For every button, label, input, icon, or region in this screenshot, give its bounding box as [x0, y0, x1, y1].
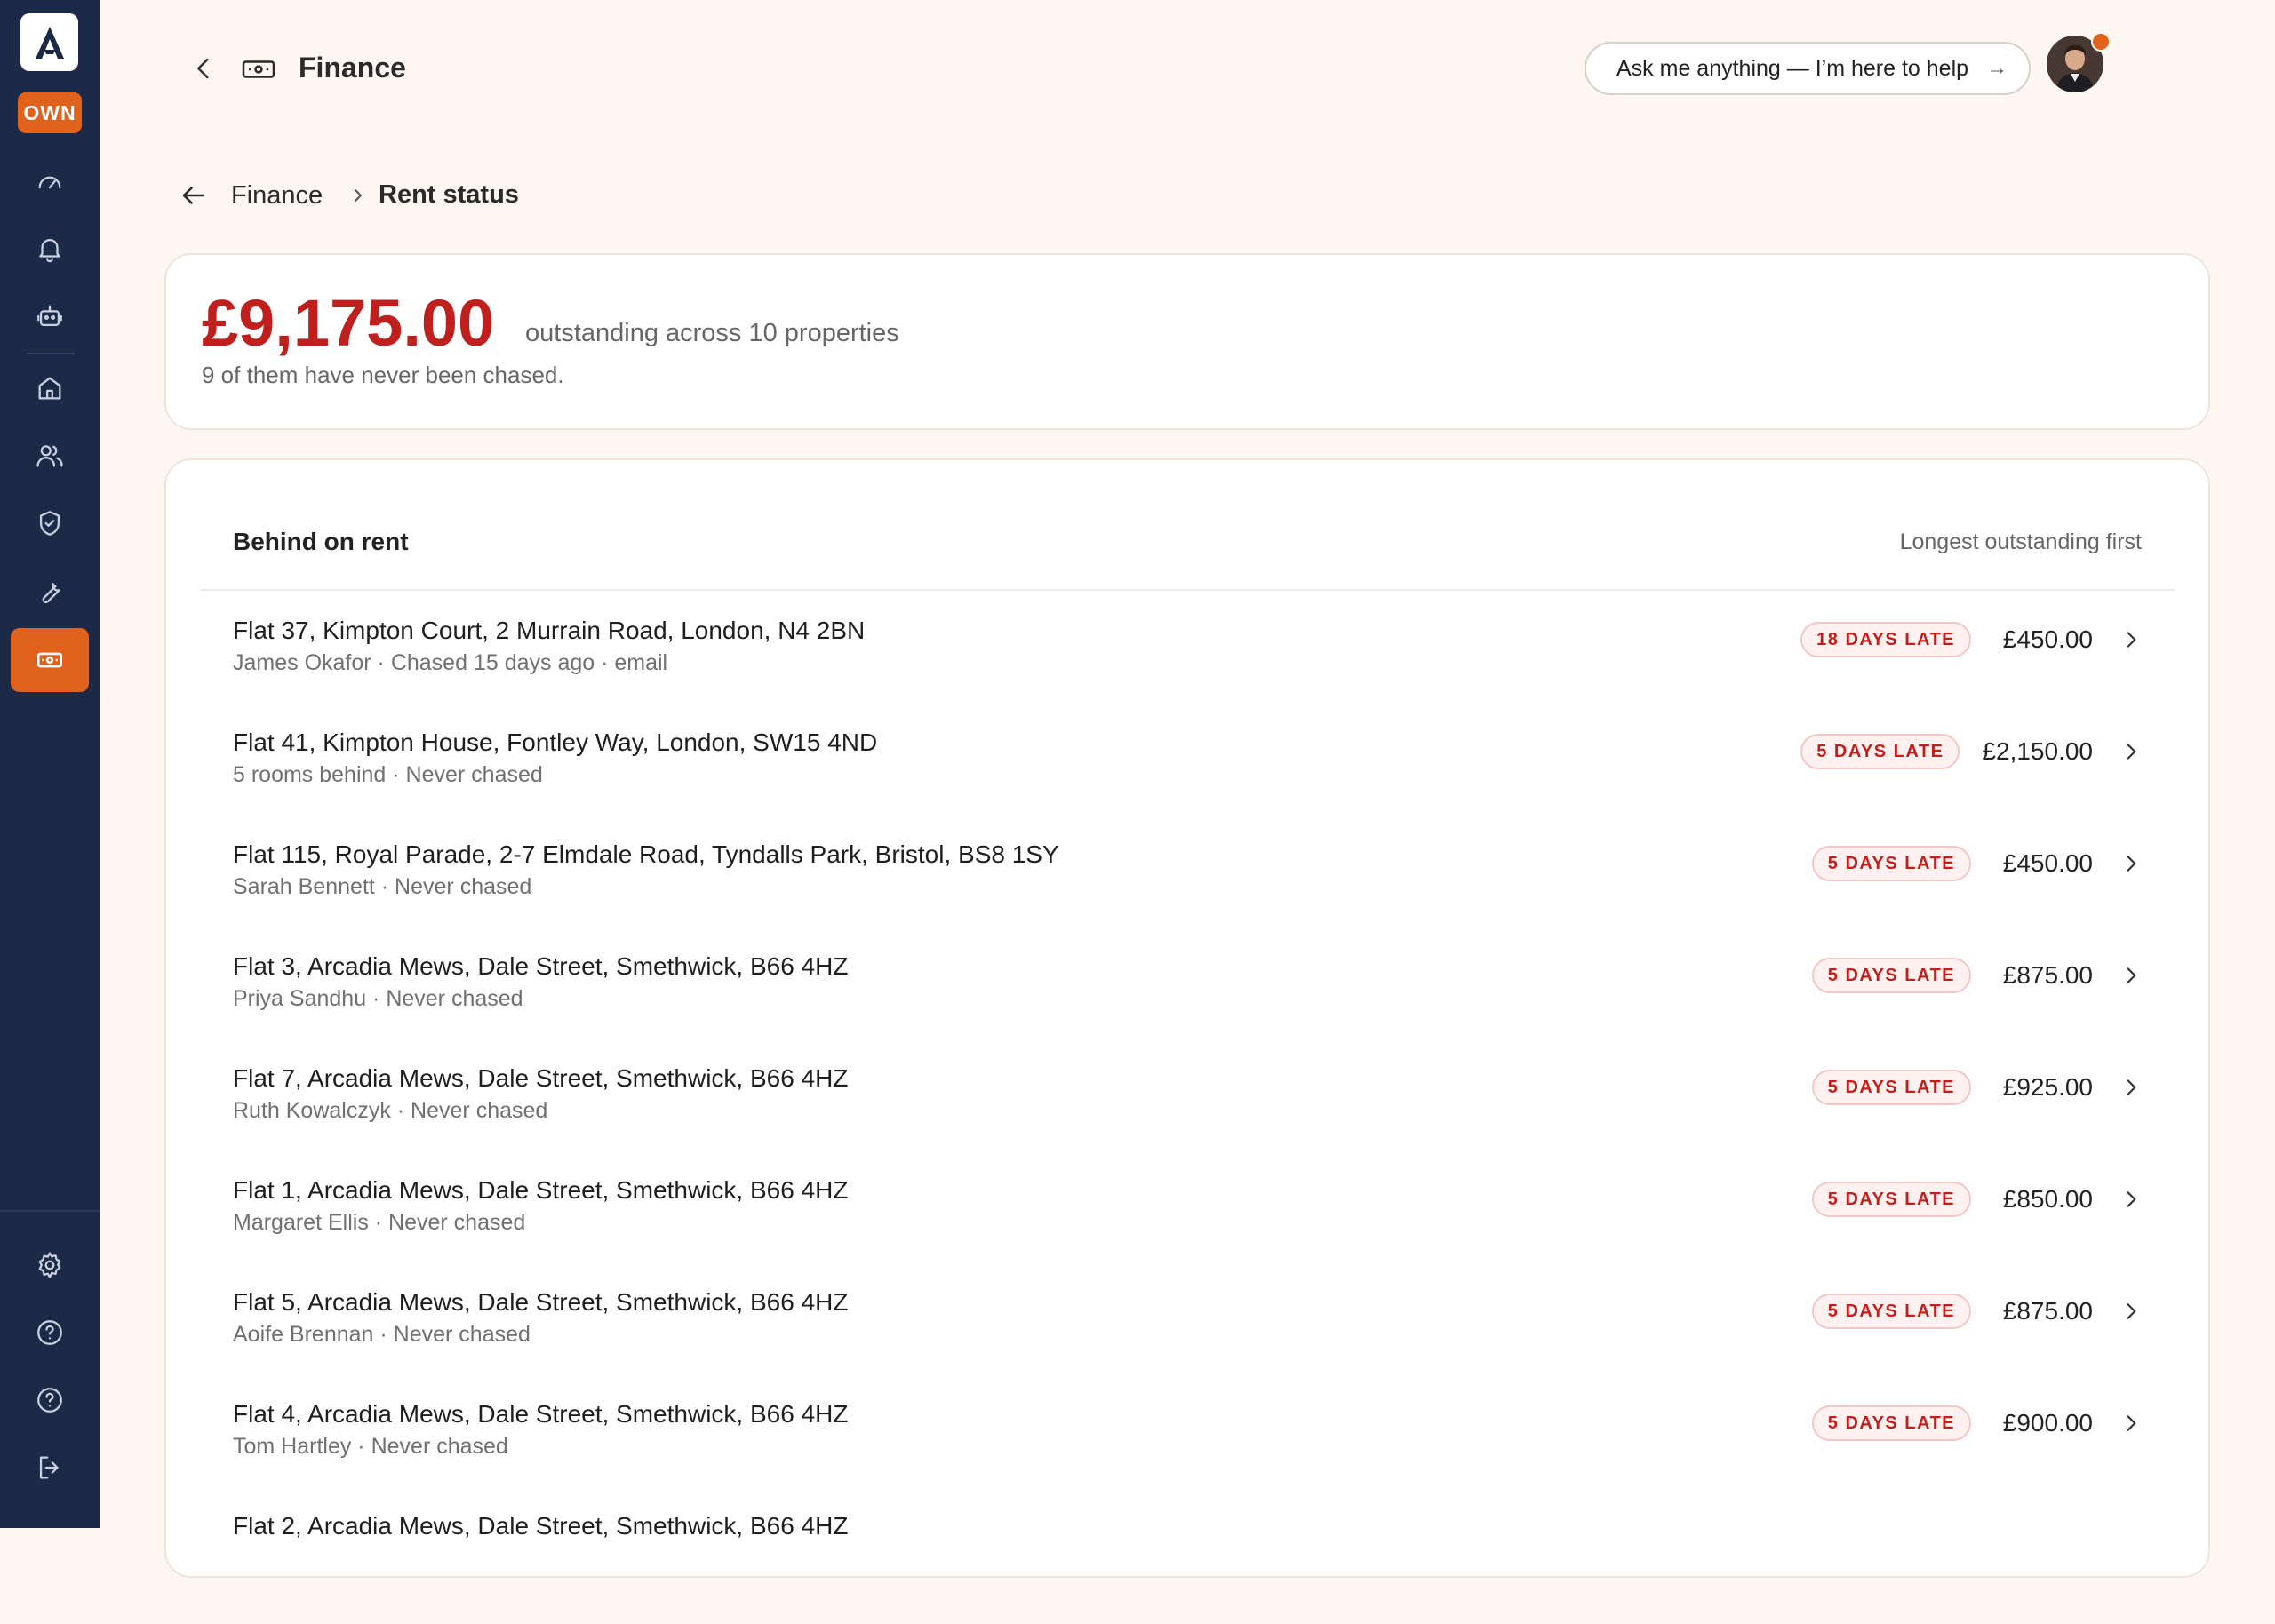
notification-dot	[2091, 32, 2111, 52]
behind-on-rent-card: Behind on rent Longest outstanding first…	[164, 458, 2210, 1578]
list-item[interactable]: Flat 1, Arcadia Mews, Dale Street, Smeth…	[166, 1176, 2212, 1288]
outstanding-summary-card: £9,175.00 outstanding across 10 properti…	[164, 253, 2210, 430]
chevron-right-icon[interactable]	[2119, 1076, 2143, 1099]
page-title: Finance	[299, 52, 406, 84]
amount-owed: £2,150.00	[1982, 737, 2093, 765]
list-item[interactable]: Flat 37, Kimpton Court, 2 Murrain Road, …	[166, 617, 2212, 728]
money-icon[interactable]	[11, 628, 89, 692]
sort-label[interactable]: Longest outstanding first	[1900, 529, 2142, 555]
robot-icon[interactable]	[32, 299, 68, 334]
logout-icon[interactable]	[32, 1450, 68, 1485]
amount-owed: £925.00	[2002, 1073, 2093, 1101]
outstanding-amount: £9,175.00	[202, 286, 495, 360]
chevron-right-icon[interactable]	[2119, 1412, 2143, 1435]
chevron-right-icon[interactable]	[2119, 1300, 2143, 1323]
tenant-details: Tom Hartley · Never chased	[233, 1434, 508, 1459]
status-badge: 5 DAYS LATE	[1811, 1070, 1971, 1105]
logo-a-icon	[35, 26, 64, 59]
chevron-right-icon[interactable]	[2119, 628, 2143, 651]
nav-divider	[0, 1210, 100, 1212]
status-badge: 5 DAYS LATE	[1800, 734, 1960, 769]
property-address: Flat 115, Royal Parade, 2-7 Elmdale Road…	[233, 840, 1059, 868]
help-icon[interactable]	[32, 1382, 68, 1418]
breadcrumb-finance[interactable]: Finance	[231, 181, 323, 211]
chevron-right-icon[interactable]	[2119, 964, 2143, 987]
tenant-details: Margaret Ellis · Never chased	[233, 1210, 526, 1235]
people-icon[interactable]	[32, 438, 68, 474]
amount-owed: £875.00	[2002, 961, 2093, 989]
bell-icon[interactable]	[32, 231, 68, 267]
shield-icon[interactable]	[32, 506, 68, 541]
own-badge[interactable]: OWN	[18, 92, 82, 133]
dashboard-icon[interactable]	[32, 163, 68, 199]
status-badge: 5 DAYS LATE	[1811, 958, 1971, 993]
amount-owed: £875.00	[2002, 1297, 2093, 1325]
tenant-details: 5 rooms behind · Never chased	[233, 762, 543, 787]
list-item[interactable]: Flat 2, Arcadia Mews, Dale Street, Smeth…	[166, 1512, 2212, 1624]
never-chased-note: 9 of them have never been chased.	[202, 362, 564, 388]
status-badge: 5 DAYS LATE	[1811, 1182, 1971, 1217]
tenant-details: Ruth Kowalczyk · Never chased	[233, 1098, 548, 1123]
list-divider	[201, 589, 2175, 591]
tenant-details: Priya Sandhu · Never chased	[233, 986, 523, 1011]
property-address: Flat 4, Arcadia Mews, Dale Street, Smeth…	[233, 1400, 849, 1428]
tenant-details: Sarah Bennett · Never chased	[233, 874, 532, 899]
settings-icon[interactable]	[32, 1247, 68, 1283]
ask-assistant-label: Ask me anything — I’m here to help	[1616, 55, 1969, 81]
outstanding-description: outstanding across 10 properties	[525, 319, 899, 347]
list-item[interactable]: Flat 5, Arcadia Mews, Dale Street, Smeth…	[166, 1288, 2212, 1400]
list-item[interactable]: Flat 41, Kimpton House, Fontley Way, Lon…	[166, 728, 2212, 840]
wrench-icon[interactable]	[32, 573, 68, 609]
back-chevron-icon[interactable]	[188, 53, 219, 84]
chevron-right-icon[interactable]	[2119, 1188, 2143, 1211]
status-badge: 18 DAYS LATE	[1800, 622, 1971, 657]
tenant-details: Aoife Brennan · Never chased	[233, 1322, 531, 1347]
list-item[interactable]: Flat 115, Royal Parade, 2-7 Elmdale Road…	[166, 840, 2212, 952]
chevron-right-icon[interactable]	[2119, 740, 2143, 763]
amount-owed: £450.00	[2002, 625, 2093, 653]
list-item[interactable]: Flat 7, Arcadia Mews, Dale Street, Smeth…	[166, 1064, 2212, 1176]
property-address: Flat 1, Arcadia Mews, Dale Street, Smeth…	[233, 1176, 849, 1204]
app-logo[interactable]	[20, 13, 78, 71]
help-icon[interactable]	[32, 1315, 68, 1350]
status-badge: 5 DAYS LATE	[1811, 1294, 1971, 1329]
chevron-right-icon	[355, 189, 362, 202]
ask-assistant-button[interactable]: Ask me anything — I’m here to help →	[1585, 42, 2031, 95]
property-address: Flat 5, Arcadia Mews, Dale Street, Smeth…	[233, 1288, 849, 1316]
status-badge: 5 DAYS LATE	[1811, 846, 1971, 881]
money-icon	[242, 60, 275, 78]
list-item[interactable]: Flat 4, Arcadia Mews, Dale Street, Smeth…	[166, 1400, 2212, 1512]
sidebar: OWN	[0, 0, 100, 1528]
status-badge: 5 DAYS LATE	[1811, 1405, 1971, 1441]
property-address: Flat 2, Arcadia Mews, Dale Street, Smeth…	[233, 1512, 849, 1540]
property-address: Flat 3, Arcadia Mews, Dale Street, Smeth…	[233, 952, 849, 980]
home-icon[interactable]	[32, 370, 68, 406]
amount-owed: £850.00	[2002, 1185, 2093, 1213]
tenant-details: James Okafor · Chased 15 days ago · emai…	[233, 650, 668, 675]
amount-owed: £900.00	[2002, 1409, 2093, 1437]
back-arrow-icon[interactable]	[178, 180, 208, 211]
breadcrumb-current: Rent status	[379, 180, 519, 209]
property-address: Flat 7, Arcadia Mews, Dale Street, Smeth…	[233, 1064, 849, 1092]
chevron-right-icon[interactable]	[2119, 852, 2143, 875]
list-item[interactable]: Flat 3, Arcadia Mews, Dale Street, Smeth…	[166, 952, 2212, 1064]
arrow-right-icon: →	[1986, 56, 2008, 80]
property-address: Flat 41, Kimpton House, Fontley Way, Lon…	[233, 728, 878, 756]
property-address: Flat 37, Kimpton Court, 2 Murrain Road, …	[233, 617, 866, 644]
amount-owed: £450.00	[2002, 849, 2093, 877]
list-title: Behind on rent	[233, 528, 409, 555]
nav-divider	[27, 353, 75, 354]
